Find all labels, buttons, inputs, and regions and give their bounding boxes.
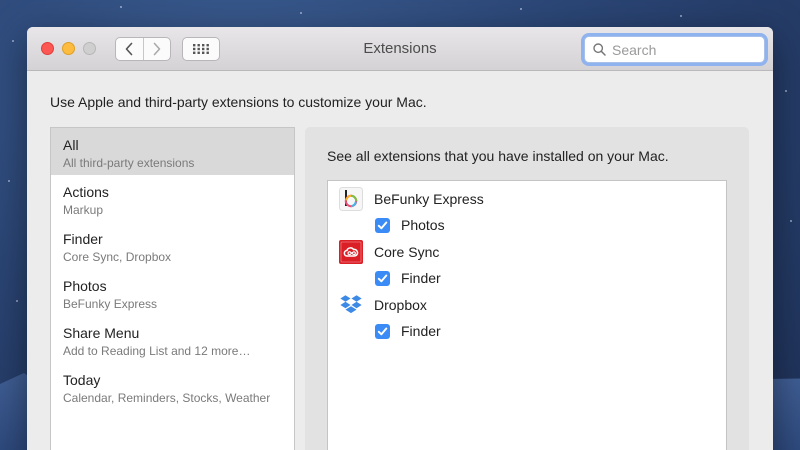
extension-row: Dropbox (339, 291, 726, 318)
sidebar-item-label: Photos (63, 278, 107, 294)
sidebar-item-actions[interactable]: Actions Markup (51, 175, 294, 222)
checkmark-icon (377, 274, 388, 282)
sidebar-item-subtitle: BeFunky Express (63, 297, 158, 311)
sidebar-item-subtitle: All third-party extensions (63, 156, 195, 170)
extensions-list: BeFunky Express Photos Core Sync Finder … (327, 180, 727, 450)
sidebar-item-label: Share Menu (63, 325, 140, 341)
extension-target-row: Finder (375, 265, 726, 291)
creative-cloud-icon (339, 239, 363, 264)
category-sidebar: All All third-party extensions Actions M… (50, 127, 295, 450)
extension-target-row: Photos (375, 212, 726, 238)
checkmark-icon (377, 221, 388, 229)
befunky-icon (339, 186, 363, 211)
sidebar-item-today[interactable]: Today Calendar, Reminders, Stocks, Weath… (51, 363, 294, 410)
extension-name: Dropbox (374, 296, 427, 313)
preferences-window: Extensions Use Apple and third-party ext… (27, 27, 773, 450)
sidebar-item-label: All (63, 137, 79, 153)
search-icon (593, 43, 606, 56)
search-input[interactable] (612, 41, 752, 58)
extension-name: BeFunky Express (374, 190, 484, 207)
dropbox-icon (339, 293, 363, 317)
sidebar-item-subtitle: Calendar, Reminders, Stocks, Weather (63, 391, 271, 405)
extension-target-label: Finder (401, 270, 441, 286)
extension-row: Core Sync (339, 238, 726, 265)
sidebar-item-finder[interactable]: Finder Core Sync, Dropbox (51, 222, 294, 269)
sidebar-item-subtitle: Markup (63, 203, 104, 217)
checkmark-icon (377, 327, 388, 335)
sidebar-item-label: Actions (63, 184, 109, 200)
detail-panel: See all extensions that you have install… (305, 127, 749, 450)
sidebar-item-photos[interactable]: Photos BeFunky Express (51, 269, 294, 316)
extension-name: Core Sync (374, 243, 440, 260)
extension-row: BeFunky Express (339, 185, 726, 212)
extension-target-row: Finder (375, 318, 726, 344)
sidebar-item-label: Today (63, 372, 101, 388)
panel-description: See all extensions that you have install… (327, 148, 669, 164)
sidebar-item-subtitle: Core Sync, Dropbox (63, 250, 172, 264)
extension-target-label: Photos (401, 217, 445, 233)
intro-text: Use Apple and third-party extensions to … (50, 94, 427, 110)
extension-checkbox[interactable] (375, 270, 390, 286)
extension-checkbox[interactable] (375, 323, 390, 339)
sidebar-item-subtitle: Add to Reading List and 12 more… (63, 344, 251, 358)
extension-target-label: Finder (401, 323, 441, 339)
sidebar-item-all[interactable]: All All third-party extensions (51, 128, 294, 175)
sidebar-item-label: Finder (63, 231, 103, 247)
sidebar-item-share-menu[interactable]: Share Menu Add to Reading List and 12 mo… (51, 316, 294, 363)
search-field[interactable] (584, 36, 765, 63)
extension-checkbox[interactable] (375, 217, 390, 233)
titlebar: Extensions (27, 27, 773, 71)
